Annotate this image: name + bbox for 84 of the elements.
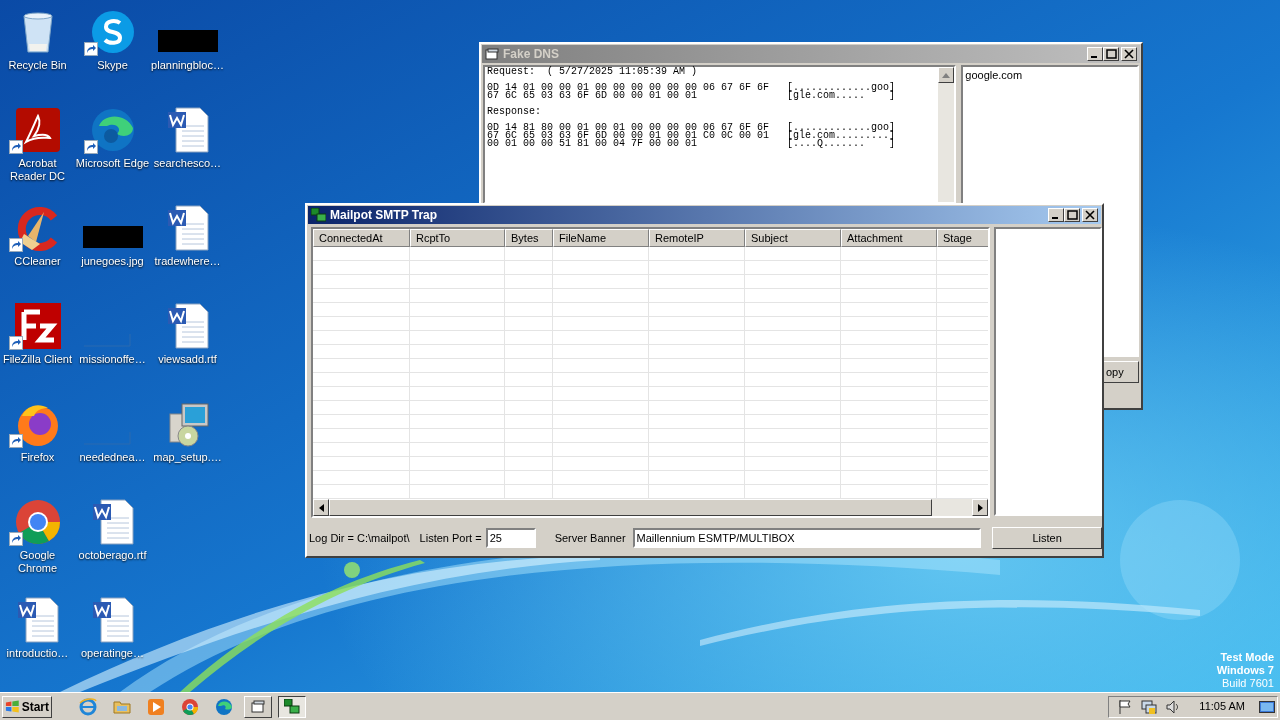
copy-button[interactable]: opy [1103, 361, 1139, 383]
window-icon [485, 47, 499, 61]
flag-icon[interactable] [1117, 698, 1134, 715]
domain-item[interactable]: google.com [965, 69, 1135, 82]
banner-field[interactable]: Maillennium ESMTP/MULTIBOX [632, 528, 982, 548]
minimize-button[interactable] [1087, 47, 1103, 61]
icon-label[interactable]: operatinge… [81, 647, 144, 660]
log-line: 67 6C 65 03 63 6F 6D 00 00 01 00 01 C0 0C 00 01 [gle.com.........] [487, 132, 897, 140]
listen-button[interactable]: Listen [992, 527, 1102, 549]
close-icon [1122, 48, 1136, 60]
log-dir-label: Log Dir = C:\mailpot\ [309, 530, 410, 546]
windows-logo-icon [5, 699, 20, 714]
port-field[interactable]: 25 [485, 528, 536, 548]
icon-label[interactable]: map_setup.… [153, 451, 222, 464]
icon-label[interactable]: Google Chrome [0, 549, 75, 575]
browser-icon [79, 697, 97, 716]
browser-icon [181, 697, 199, 716]
system-notice-text: Test Mode [1220, 651, 1274, 664]
column-header[interactable]: Stage [937, 229, 988, 247]
icon-label[interactable]: searchesco… [153, 157, 222, 170]
log-line: Request: ( 5/27/2025 11:05:39 AM ) [487, 68, 699, 76]
icon-label[interactable]: needednea… [79, 451, 146, 464]
column-header[interactable]: RemoteIP [649, 229, 745, 247]
window-title: Fake DNS [503, 46, 560, 63]
icon-label[interactable]: Firefox [20, 451, 55, 464]
pdf-reader-icon[interactable] [13, 106, 62, 154]
log-line: 00 01 00 00 51 81 00 04 7F 00 00 01 [....Q....... ] [487, 140, 897, 148]
system-notice-text: Build 7601 [1222, 677, 1274, 690]
log-line: 0D 14 81 80 00 01 00 01 00 00 00 00 06 67 6F 6F [.............goo] [487, 124, 897, 132]
window-icon [250, 699, 266, 714]
minimize-icon [1051, 217, 1058, 219]
column-header[interactable]: Bytes [505, 229, 553, 247]
window-icon [284, 699, 300, 714]
maximize-button[interactable] [1064, 208, 1080, 222]
close-button[interactable] [1082, 208, 1098, 222]
browser-icon [215, 697, 233, 716]
banner-label: Server Banner [554, 530, 626, 546]
column-header[interactable]: Subject [745, 229, 841, 247]
column-header[interactable]: RcptTo [410, 229, 505, 247]
icon-label[interactable]: Recycle Bin [8, 59, 67, 72]
right-arrow-icon [977, 503, 983, 512]
icon-label[interactable]: CCleaner [14, 255, 61, 268]
scroll-up-button[interactable] [938, 67, 955, 83]
icon-label[interactable]: Acrobat Reader DC [0, 157, 75, 183]
close-button[interactable] [1121, 47, 1137, 61]
close-icon [1083, 209, 1097, 221]
scroll-left-button[interactable] [313, 499, 329, 516]
icon-label[interactable]: junegoes.jpg [81, 255, 144, 268]
window-title: Mailpot SMTP Trap [330, 207, 438, 224]
network-icon[interactable] [1141, 698, 1158, 715]
log-line: Response: [487, 108, 542, 116]
column-header[interactable]: Attachment [841, 229, 937, 247]
scroll-right-button[interactable] [972, 499, 988, 516]
icon-label[interactable]: Skype [97, 59, 128, 72]
file-transfer-icon[interactable] [13, 302, 62, 350]
log-line: 67 6C 65 03 63 6F 6D 00 00 01 00 01 [gle.com..... ] [487, 92, 897, 100]
show-desktop-icon[interactable] [1259, 699, 1275, 714]
minimize-icon [1090, 56, 1097, 58]
maximize-icon [1065, 209, 1079, 221]
maximize-button[interactable] [1103, 47, 1119, 61]
icon-label[interactable]: FileZilla Client [2, 353, 73, 366]
icon-label[interactable]: viewsadd.rtf [158, 353, 217, 366]
media-player-icon [147, 697, 165, 716]
log-line: 0D 14 01 00 00 01 00 00 00 00 00 00 06 67 6F 6F [.............goo] [487, 84, 897, 92]
icon-label[interactable]: Microsoft Edge [75, 157, 150, 170]
left-arrow-icon [318, 503, 324, 512]
column-header[interactable]: FileName [553, 229, 649, 247]
minimize-button[interactable] [1048, 208, 1064, 222]
browser-icon[interactable] [13, 498, 62, 546]
icon-label[interactable]: octoberago.rtf [78, 549, 147, 562]
up-arrow-icon [942, 72, 951, 78]
start-button[interactable]: Start [2, 695, 52, 718]
icon-label[interactable]: missionoffe… [79, 353, 146, 366]
vertical-scrollbar[interactable] [938, 67, 955, 202]
taskbar-button[interactable] [278, 695, 306, 718]
clock[interactable]: 11:05 AM [1199, 698, 1245, 715]
window-icon [311, 208, 326, 222]
icon-label[interactable]: planningbloc… [151, 59, 224, 72]
icon-label[interactable]: tradewhere… [154, 255, 221, 268]
column-header[interactable]: ConnectedAt [313, 229, 410, 247]
icon-label[interactable]: introductio… [6, 647, 69, 660]
port-label: Listen Port = [419, 530, 482, 546]
system-notice-text: Windows 7 [1216, 664, 1274, 677]
maximize-icon [1104, 48, 1118, 60]
